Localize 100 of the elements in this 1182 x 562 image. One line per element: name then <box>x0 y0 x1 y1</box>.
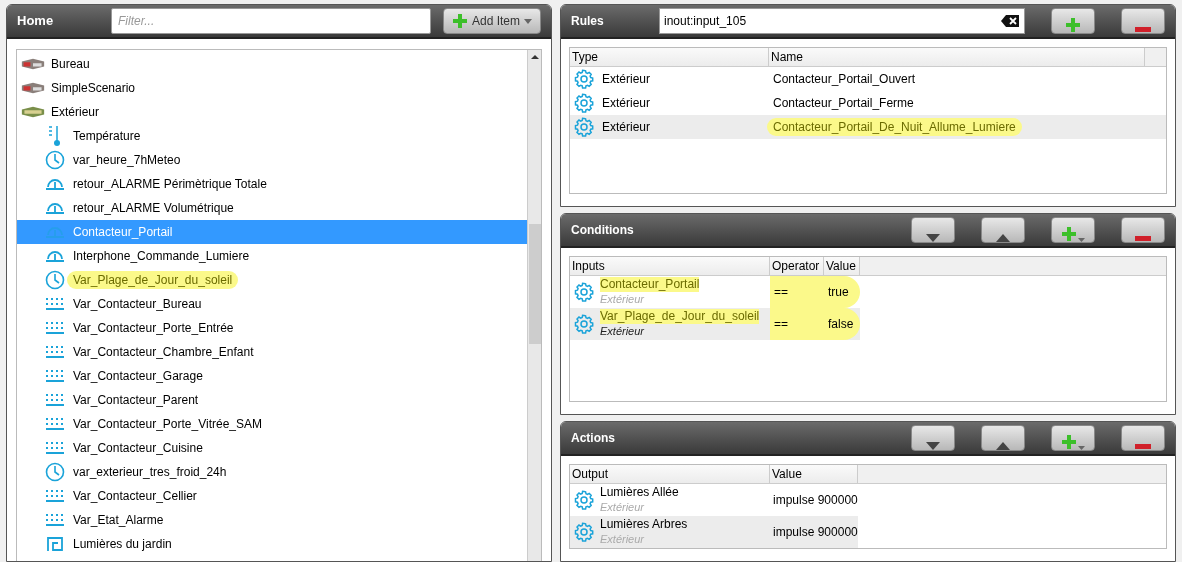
gear-icon <box>574 117 594 137</box>
table-cell: == <box>770 276 824 308</box>
add-button[interactable] <box>1051 217 1095 243</box>
item-label: Var_Contacteur_Garage <box>73 368 203 385</box>
tree-item[interactable]: Var_Contacteur_Parent <box>17 388 527 412</box>
panel-title: Rules <box>571 13 605 30</box>
tree-item[interactable]: Var_Contacteur_Porte_Vitrée_SAM <box>17 412 527 436</box>
table-cell: == <box>770 308 824 340</box>
tree-item[interactable]: Lumières du jardin <box>17 532 527 556</box>
remove-button[interactable] <box>1121 8 1165 34</box>
table-row[interactable]: Extérieur Contacteur_Portail_Ferme <box>570 91 1166 115</box>
gear-icon <box>574 282 594 302</box>
tree-item[interactable]: Var_Etat_Alarme <box>17 508 527 532</box>
tree-item[interactable]: Extérieur <box>17 100 527 124</box>
item-location: Extérieur <box>600 292 646 307</box>
filter-field[interactable]: Filter... <box>111 8 431 34</box>
column-header[interactable]: Value <box>824 257 860 275</box>
add-button[interactable] <box>1051 425 1095 451</box>
table-cell-text: impulse 900000 <box>772 524 858 541</box>
tree-item[interactable]: var_exterieur_tres_froid_24h <box>17 460 527 484</box>
tree-item[interactable]: retour_ALARME Volumétrique <box>17 196 527 220</box>
tree-item[interactable]: Interphone_Commande_Lumiere <box>17 244 527 268</box>
table-row[interactable]: Extérieur Contacteur_Portail_Ouvert <box>570 67 1166 91</box>
dotted-grid-icon <box>45 513 65 527</box>
table-cell: true <box>824 276 860 308</box>
item-location: Extérieur <box>600 500 646 515</box>
caret-icon <box>524 18 532 24</box>
add-button[interactable] <box>1051 8 1095 34</box>
item-label: Bureau <box>51 56 90 73</box>
remove-button[interactable] <box>1121 217 1165 243</box>
item-label: Var_Contacteur_Cellier <box>73 488 197 505</box>
tree-item[interactable]: retour_ALARME Périmètrique Totale <box>17 172 527 196</box>
tree-item[interactable]: Var_Contacteur_Chambre_Enfant <box>17 340 527 364</box>
table-cell-text: Contacteur_Portail_Ferme <box>773 95 914 112</box>
tree-item[interactable]: SimpleScenario <box>17 76 527 100</box>
gear-icon <box>574 314 594 334</box>
tree-item[interactable]: var_heure_7hMeteo <box>17 148 527 172</box>
item-label: Var_Contacteur_Porte_Vitrée_SAM <box>73 416 262 433</box>
tree-item[interactable]: Var_Plage_de_Jour_du_soleil <box>17 268 527 292</box>
caret-icon <box>1078 238 1085 242</box>
move-down-button[interactable] <box>911 217 955 243</box>
sensor-icon <box>45 249 65 263</box>
column-header[interactable]: Inputs <box>570 257 770 275</box>
table-row[interactable]: Var_Plage_de_Jour_du_soleil Extérieur == false <box>570 308 860 340</box>
item-label: Contacteur_Portail <box>73 224 173 241</box>
sensor-icon <box>45 177 65 191</box>
garden-icon <box>21 105 45 119</box>
move-down-button[interactable] <box>911 425 955 451</box>
tree-item[interactable]: Var_Contacteur_Porte_Entrée <box>17 316 527 340</box>
item-label: SimpleScenario <box>51 80 136 97</box>
move-up-button[interactable] <box>981 425 1025 451</box>
column-header[interactable]: Name <box>769 48 1145 66</box>
panel-title: Actions <box>571 430 616 447</box>
tree-item[interactable]: Var_Contacteur_Bureau <box>17 292 527 316</box>
item-name: Var_Plage_de_Jour_du_soleil <box>600 309 760 324</box>
item-name: Lumières Arbres <box>600 517 688 532</box>
table-row[interactable]: Contacteur_Portail Extérieur == true <box>570 276 860 308</box>
table-cell-text: Contacteur_Portail_Ouvert <box>773 71 916 88</box>
remove-button[interactable] <box>1121 425 1165 451</box>
tree-item[interactable]: Var_Contacteur_Cellier <box>17 484 527 508</box>
room-icon <box>21 81 45 95</box>
plus-icon <box>1061 434 1077 450</box>
table-row[interactable]: Extérieur Contacteur_Portail_De_Nuit_Allume_Lumiere <box>570 115 1166 139</box>
item-label: Température <box>73 128 141 145</box>
dotted-grid-icon <box>45 345 65 359</box>
scrollbar-thumb[interactable] <box>528 224 541 344</box>
tree-item[interactable]: Température <box>17 124 527 148</box>
item-label: Var_Contacteur_Bureau <box>73 296 202 313</box>
table-row[interactable]: Lumières Arbres Extérieur impulse 900000 <box>570 516 858 548</box>
item-label: Var_Contacteur_Porte_Entrée <box>73 320 234 337</box>
down-arrow-icon <box>926 234 940 242</box>
down-arrow-icon <box>926 442 940 450</box>
scrollbar[interactable] <box>527 50 541 561</box>
item-location: Extérieur <box>600 532 646 547</box>
gear-icon <box>574 522 594 542</box>
up-arrow-icon <box>996 442 1010 450</box>
add-item-button[interactable]: Add Item <box>443 8 541 34</box>
thermometer-icon <box>47 125 63 147</box>
tree-item[interactable]: Var_Contacteur_Cuisine <box>17 436 527 460</box>
clock-icon <box>45 462 65 482</box>
clear-icon[interactable] <box>1001 15 1019 27</box>
column-header[interactable]: Output <box>570 465 770 483</box>
panel-title: Conditions <box>571 222 635 239</box>
item-label: Var_Plage_de_Jour_du_soleil <box>67 271 239 289</box>
plus-icon <box>1065 17 1081 33</box>
dotted-grid-icon <box>45 441 65 455</box>
panel-title: Home <box>17 12 55 31</box>
column-header[interactable]: Operator <box>770 257 824 275</box>
tree-item[interactable]: Bureau <box>17 52 527 76</box>
dotted-grid-icon <box>45 369 65 383</box>
plus-icon <box>452 13 468 29</box>
table-row[interactable]: Lumières Allée Extérieur impulse 900000 <box>570 484 858 516</box>
sensor-icon <box>45 201 65 215</box>
table-cell-text: Extérieur <box>602 71 651 88</box>
move-up-button[interactable] <box>981 217 1025 243</box>
column-header[interactable]: Type <box>570 48 769 66</box>
item-label: Var_Contacteur_Chambre_Enfant <box>73 344 254 361</box>
search-field[interactable]: inout:input_105 <box>659 8 1025 34</box>
column-header[interactable]: Value <box>770 465 858 483</box>
tree-item[interactable]: Var_Contacteur_Garage <box>17 364 527 388</box>
